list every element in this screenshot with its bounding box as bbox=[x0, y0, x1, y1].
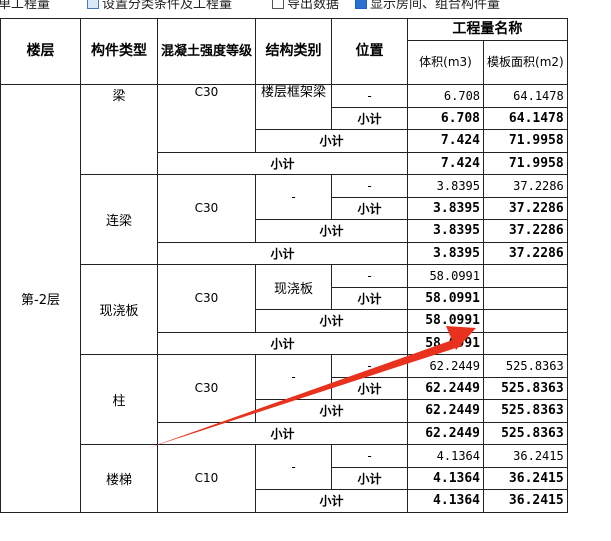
header-position: 位置 bbox=[331, 18, 409, 85]
subtotal-volume: 62.2449 bbox=[407, 399, 485, 423]
subtotal-volume: 4.1364 bbox=[407, 489, 485, 513]
subtotal-area: 64.1478 bbox=[483, 106, 568, 130]
subtotal-label: 小计 bbox=[156, 421, 409, 445]
toolbar-item-4[interactable]: 显示房间、组合构件量 bbox=[370, 0, 500, 12]
subtotal-area bbox=[483, 286, 568, 310]
settings-icon[interactable] bbox=[87, 0, 99, 9]
subtotal-label: 小计 bbox=[331, 106, 409, 130]
structure-type-cell: 楼层框架梁 bbox=[255, 84, 333, 130]
table-row: 楼梯 C10 - - 4.1364 36.2415 bbox=[1, 444, 568, 513]
structure-type-cell: - bbox=[255, 354, 333, 400]
area-cell: 37.2286 bbox=[483, 174, 568, 198]
subtotal-label: 小计 bbox=[331, 466, 409, 490]
subtotal-label: 小计 bbox=[156, 241, 409, 265]
concrete-grade-cell: C30 bbox=[156, 264, 257, 333]
subtotal-area bbox=[483, 331, 568, 355]
subtotal-label: 小计 bbox=[156, 331, 409, 355]
concrete-grade-cell: C30 bbox=[156, 354, 257, 423]
subtotal-volume: 58.0991 bbox=[407, 309, 485, 333]
component-type-cell: 连梁 bbox=[80, 174, 158, 265]
position-cell: - bbox=[331, 264, 409, 288]
volume-cell: 58.0991 bbox=[407, 264, 485, 288]
subtotal-area: 37.2286 bbox=[483, 196, 568, 220]
position-cell: - bbox=[331, 354, 409, 378]
subtotal-label: 小计 bbox=[255, 489, 409, 513]
position-cell: - bbox=[331, 444, 409, 468]
subtotal-label: 小计 bbox=[255, 129, 409, 153]
subtotal-volume: 4.1364 bbox=[407, 466, 485, 490]
subtotal-area: 525.8363 bbox=[483, 421, 568, 445]
header-row: 楼层 构件类型 混凝土强度等级 结构类别 位置 工程量名称 bbox=[0, 18, 568, 85]
subtotal-volume: 62.2449 bbox=[407, 376, 485, 400]
checkbox-checked-icon[interactable] bbox=[355, 0, 367, 9]
position-cell: - bbox=[331, 174, 409, 198]
subtotal-area: 525.8363 bbox=[483, 399, 568, 423]
subtotal-volume: 62.2449 bbox=[407, 421, 485, 445]
structure-type-cell: 现浇板 bbox=[255, 264, 333, 310]
position-cell: - bbox=[331, 84, 409, 108]
table-row: 柱 C30 - - 62.2449 525.8363 bbox=[1, 354, 568, 445]
subtotal-area: 36.2415 bbox=[483, 466, 568, 490]
table-row: 现浇板 C30 现浇板 - 58.0991 bbox=[1, 264, 568, 355]
subtotal-area: 525.8363 bbox=[483, 376, 568, 400]
area-cell: 36.2415 bbox=[483, 444, 568, 468]
table-row: 连梁 C30 - - 3.8395 37.2286 bbox=[1, 174, 568, 265]
component-type-cell: 梁 bbox=[80, 84, 158, 175]
subtotal-area: 71.9958 bbox=[483, 129, 568, 153]
subtotal-label: 小计 bbox=[255, 399, 409, 423]
subtotal-volume: 58.0991 bbox=[407, 286, 485, 310]
subtotal-label: 小计 bbox=[331, 196, 409, 220]
subtotal-label: 小计 bbox=[331, 286, 409, 310]
subtotal-volume: 7.424 bbox=[407, 151, 485, 175]
subtotal-area bbox=[483, 309, 568, 333]
header-structure-type: 结构类别 bbox=[255, 18, 333, 85]
area-cell: 525.8363 bbox=[483, 354, 568, 378]
volume-cell: 62.2449 bbox=[407, 354, 485, 378]
subtotal-volume: 3.8395 bbox=[407, 219, 485, 243]
toolbar-item-3[interactable]: 导出数据 bbox=[287, 0, 339, 12]
toolbar-item-2[interactable]: 设置分类条件及工程量 bbox=[102, 0, 232, 12]
volume-cell: 3.8395 bbox=[407, 174, 485, 198]
header-concrete-grade: 混凝土强度等级 bbox=[156, 18, 257, 85]
header-floor: 楼层 bbox=[0, 18, 81, 85]
subtotal-volume: 7.424 bbox=[407, 129, 485, 153]
concrete-grade-cell: C10 bbox=[156, 444, 257, 513]
component-type-cell: 楼梯 bbox=[80, 444, 158, 513]
subtotal-area: 71.9958 bbox=[483, 151, 568, 175]
subtotal-label: 小计 bbox=[255, 309, 409, 333]
subtotal-volume: 58.0991 bbox=[407, 331, 485, 355]
table-row: 第-2层 梁 C30 楼层框架梁 - 6.708 64.1478 bbox=[0, 84, 568, 513]
header-volume: 体积(m3) bbox=[407, 40, 485, 85]
concrete-grade-cell: C30 bbox=[156, 174, 257, 243]
subtotal-volume: 6.708 bbox=[407, 106, 485, 130]
quantity-table: 楼层 构件类型 混凝土强度等级 结构类别 位置 工程量名称 体积(m3) 模板面… bbox=[0, 18, 568, 513]
volume-cell: 6.708 bbox=[407, 84, 485, 108]
subtotal-volume: 3.8395 bbox=[407, 196, 485, 220]
checkbox-icon[interactable] bbox=[272, 0, 284, 9]
header-formwork-area: 模板面积(m2) bbox=[483, 40, 568, 85]
concrete-grade-cell: C30 bbox=[156, 84, 257, 153]
header-quantity-name: 工程量名称 bbox=[407, 18, 568, 41]
area-cell bbox=[483, 264, 568, 288]
subtotal-label: 小计 bbox=[255, 219, 409, 243]
floor-cell: 第-2层 bbox=[0, 84, 81, 513]
component-type-cell: 柱 bbox=[80, 354, 158, 445]
volume-cell: 4.1364 bbox=[407, 444, 485, 468]
toolbar: 单工程量 设置分类条件及工程量 导出数据 显示房间、组合构件量 bbox=[0, 0, 611, 14]
subtotal-area: 37.2286 bbox=[483, 219, 568, 243]
subtotal-area: 36.2415 bbox=[483, 489, 568, 513]
component-type-cell: 现浇板 bbox=[80, 264, 158, 355]
subtotal-label: 小计 bbox=[331, 376, 409, 400]
subtotal-label: 小计 bbox=[156, 151, 409, 175]
toolbar-item-1[interactable]: 单工程量 bbox=[0, 0, 50, 12]
subtotal-area: 37.2286 bbox=[483, 241, 568, 265]
structure-type-cell: - bbox=[255, 174, 333, 220]
structure-type-cell: - bbox=[255, 444, 333, 490]
subtotal-volume: 3.8395 bbox=[407, 241, 485, 265]
header-component-type: 构件类型 bbox=[80, 18, 158, 85]
area-cell: 64.1478 bbox=[483, 84, 568, 108]
